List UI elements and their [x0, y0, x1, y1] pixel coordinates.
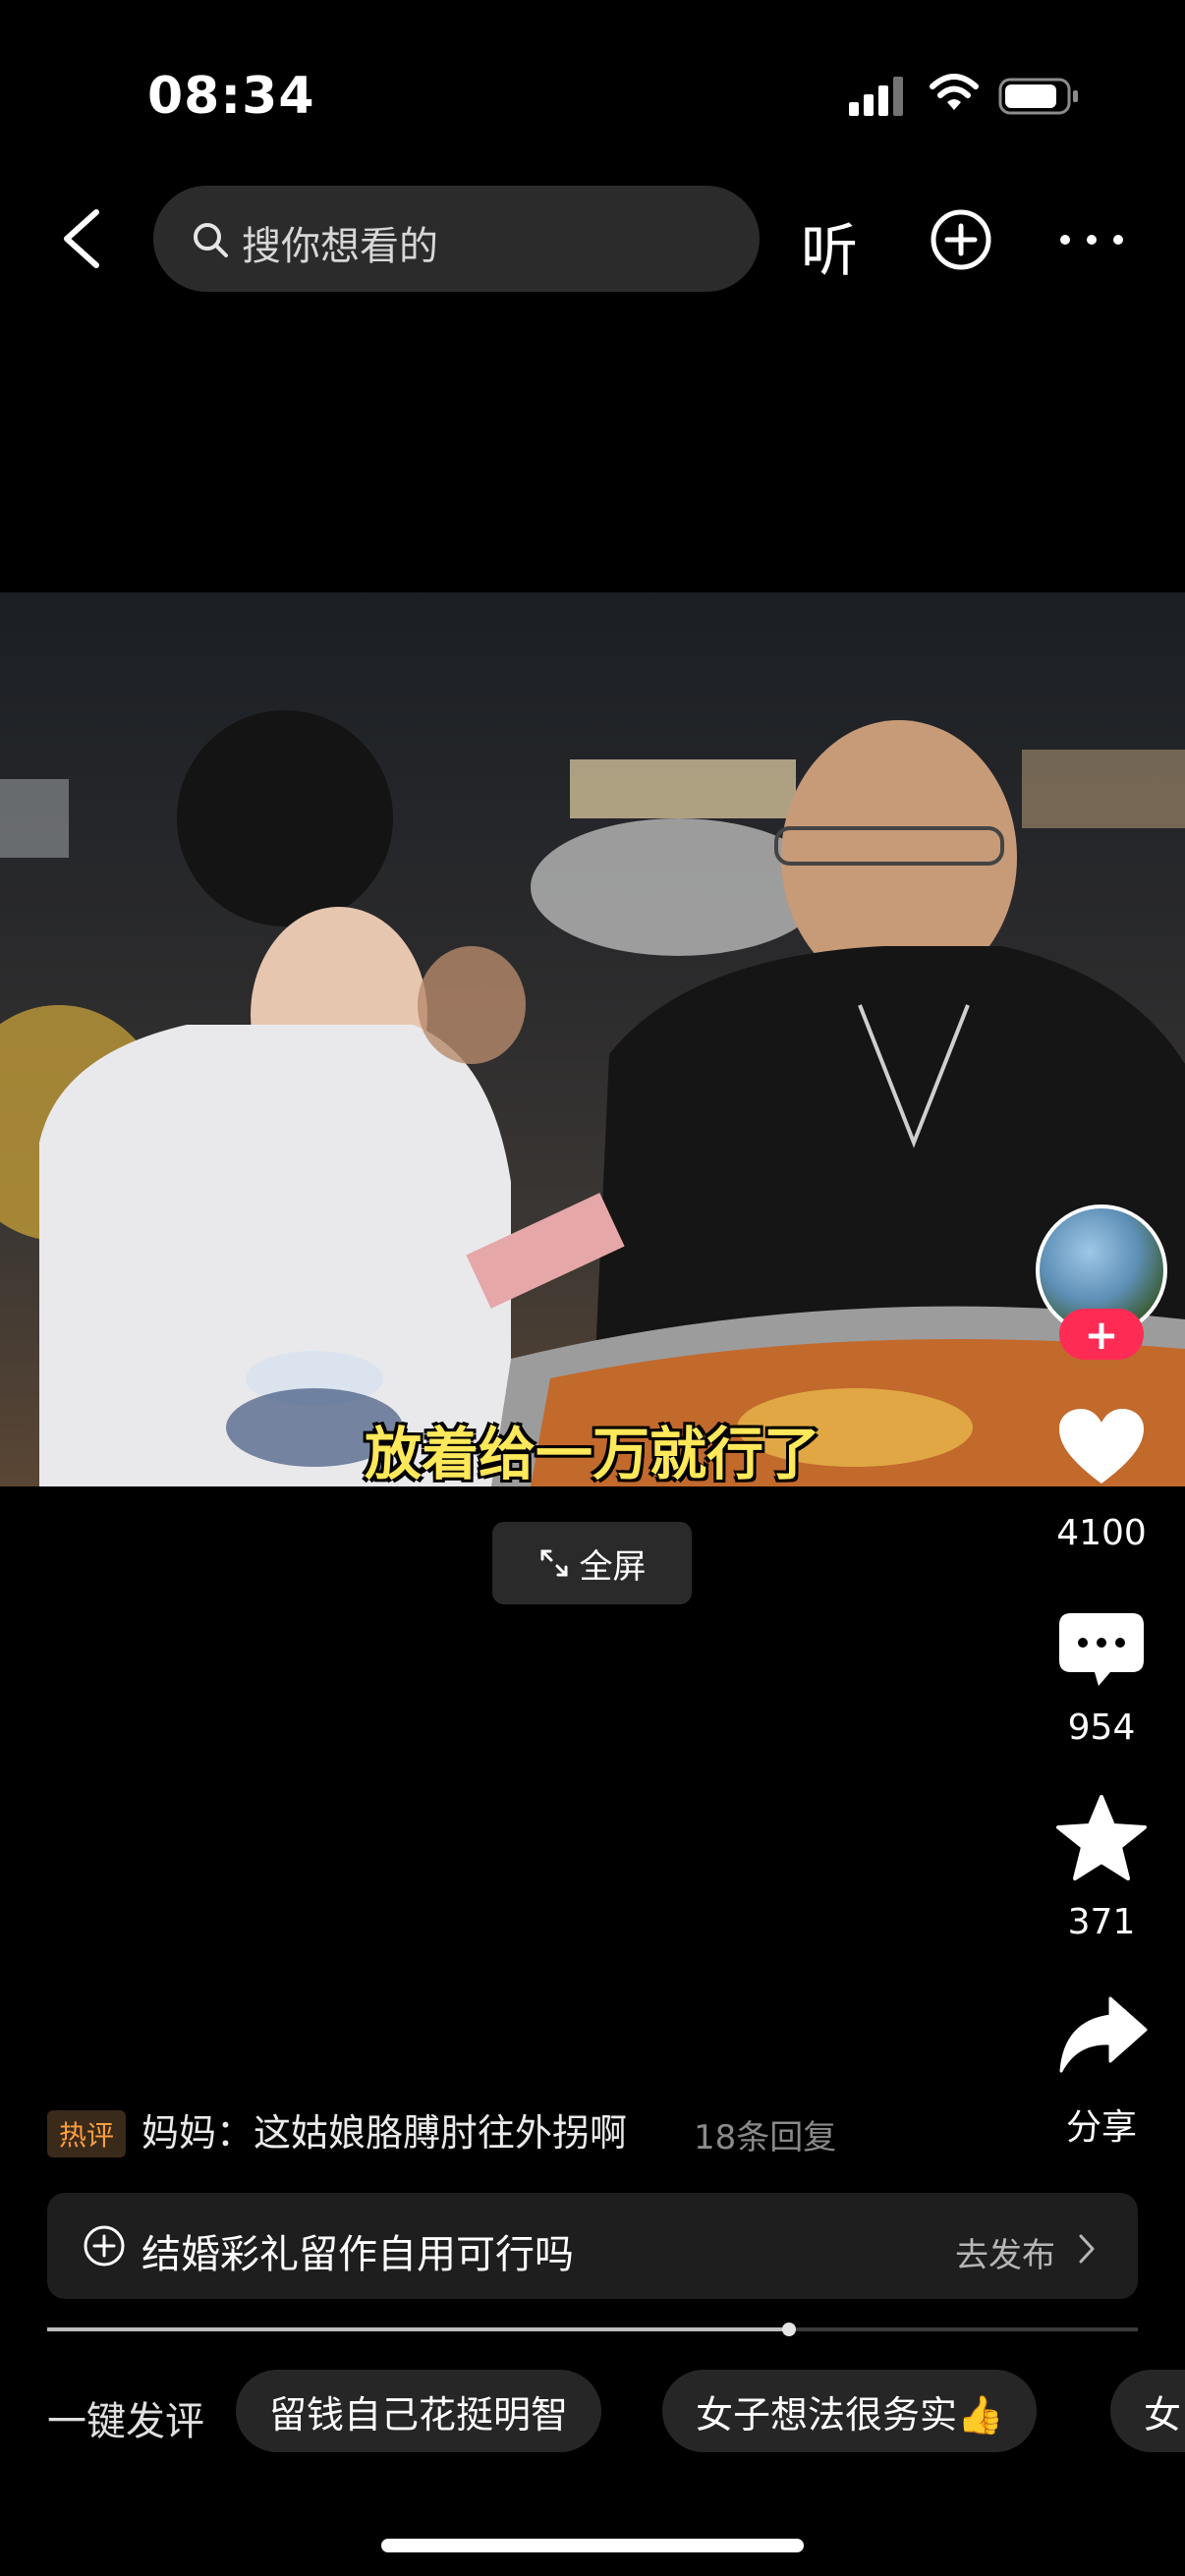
topic-text[interactable]: 结婚彩礼留作自用可行吗 — [141, 2222, 574, 2279]
video-frame — [0, 710, 1185, 1486]
hot-comment-replies[interactable]: 18条回复 — [694, 2110, 836, 2158]
add-icon[interactable] — [930, 208, 992, 271]
home-indicator[interactable] — [381, 2539, 804, 2552]
cellular-signal-icon — [849, 77, 903, 116]
video-progress-fill — [47, 2327, 789, 2331]
favorite-count: 371 — [1067, 1902, 1136, 1942]
hot-comment-text[interactable]: 妈妈：这姑娘胳膊肘往外拐啊 — [141, 2102, 627, 2156]
battery-icon — [998, 78, 1078, 115]
plus-circle-icon — [84, 2225, 125, 2267]
video-player[interactable] — [0, 592, 1185, 1486]
quick-comment-chip[interactable]: 女子想法很务实👍 — [662, 2370, 1038, 2452]
video-subtitle: 放着给一万就行了 — [364, 1421, 820, 1487]
heart-icon[interactable] — [1057, 1407, 1146, 1487]
topic-publish-link[interactable]: 去发布 — [955, 2228, 1055, 2276]
back-icon[interactable] — [57, 206, 106, 271]
wifi-icon — [930, 74, 979, 110]
search-icon — [194, 223, 228, 257]
quick-comment-chip[interactable]: 女 — [1110, 2370, 1185, 2452]
hot-comment-tag: 热评 — [47, 2110, 127, 2157]
share-label[interactable]: 分享 — [1038, 2099, 1165, 2150]
more-icon[interactable] — [1057, 228, 1126, 252]
video-progress-handle[interactable] — [781, 2323, 796, 2336]
fullscreen-icon — [540, 1549, 567, 1577]
star-icon[interactable] — [1055, 1794, 1148, 1882]
listen-button[interactable]: 听 — [801, 204, 858, 287]
follow-button[interactable]: + — [1059, 1309, 1144, 1360]
search-placeholder[interactable]: 搜你想看的 — [242, 214, 438, 271]
status-time: 08:34 — [147, 67, 315, 126]
comment-count: 954 — [1067, 1708, 1136, 1748]
quick-comment-chip[interactable]: 留钱自己花挺明智 — [236, 2370, 602, 2452]
comment-icon[interactable] — [1057, 1611, 1146, 1690]
chevron-right-icon — [1079, 2234, 1095, 2264]
fullscreen-button[interactable]: 全屏 — [492, 1522, 692, 1604]
fullscreen-label: 全屏 — [579, 1546, 647, 1587]
like-count: 4100 — [1056, 1513, 1147, 1553]
quick-comment-label: 一键发评 — [47, 2399, 204, 2444]
share-icon[interactable] — [1057, 1994, 1148, 2073]
